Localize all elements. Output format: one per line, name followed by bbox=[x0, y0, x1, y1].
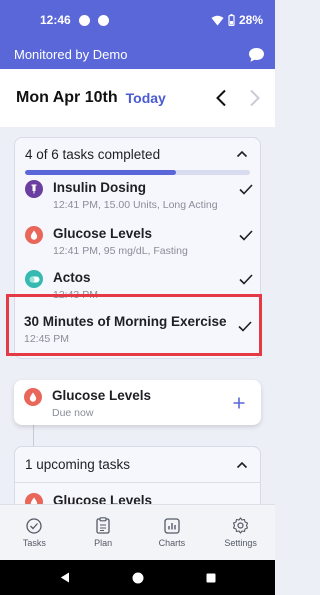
app-title: Monitored by Demo bbox=[14, 47, 128, 62]
status-right: 28% bbox=[211, 13, 263, 27]
recents-square-icon[interactable] bbox=[206, 573, 216, 583]
notification-dot-icon bbox=[97, 14, 109, 26]
syringe-icon bbox=[25, 180, 43, 198]
task-subtitle: 12:41 PM, 15.00 Units, Long Acting bbox=[53, 199, 218, 211]
notification-dot-icon bbox=[78, 14, 90, 26]
add-entry-button[interactable] bbox=[233, 393, 245, 413]
status-time: 12:46 bbox=[40, 13, 71, 27]
status-bar: 12:46 28% bbox=[0, 0, 275, 40]
gear-icon bbox=[233, 517, 249, 534]
upcoming-header[interactable]: 1 upcoming tasks bbox=[15, 447, 260, 483]
chevron-right-icon[interactable] bbox=[249, 89, 261, 107]
check-circle-icon bbox=[26, 517, 43, 534]
progress-bar bbox=[25, 170, 250, 175]
tab-label: Tasks bbox=[22, 537, 46, 548]
today-button[interactable]: Today bbox=[126, 90, 166, 106]
task-text: Glucose Levels 12:41 PM, 95 mg/dL, Fasti… bbox=[53, 225, 188, 259]
tab-label: Charts bbox=[158, 537, 186, 548]
plus-icon bbox=[233, 397, 245, 408]
bottom-tab-bar: Tasks Plan Charts Settings bbox=[0, 504, 275, 560]
chevron-up-icon[interactable] bbox=[236, 461, 248, 469]
task-title: Glucose Levels bbox=[53, 226, 153, 241]
tab-label: Settings bbox=[224, 538, 257, 548]
date-navigation: Mon Apr 10th Today bbox=[0, 69, 275, 127]
app-bar: Monitored by Demo bbox=[0, 40, 275, 69]
checkmark-icon[interactable] bbox=[239, 230, 253, 241]
blood-drop-icon bbox=[25, 226, 43, 244]
home-circle-icon[interactable] bbox=[132, 572, 144, 584]
task-row[interactable]: Glucose Levels 12:41 PM, 95 mg/dL, Fasti… bbox=[25, 225, 261, 259]
tab-label: Plan bbox=[94, 538, 113, 548]
chat-bubble-icon[interactable] bbox=[248, 47, 265, 63]
back-triangle-icon[interactable] bbox=[60, 572, 70, 583]
battery-icon bbox=[228, 14, 235, 26]
tab-charts[interactable]: Charts bbox=[138, 505, 207, 560]
current-date: Mon Apr 10th bbox=[16, 89, 118, 106]
completed-count: 4 of 6 tasks completed bbox=[25, 146, 161, 162]
checkmark-icon[interactable] bbox=[239, 274, 253, 285]
task-subtitle: 12:41 PM, 95 mg/dL, Fasting bbox=[53, 245, 188, 257]
task-title: Insulin Dosing bbox=[53, 180, 146, 195]
chevron-up-icon[interactable] bbox=[236, 150, 248, 158]
task-title: Actos bbox=[53, 270, 91, 285]
task-subtitle: Due now bbox=[52, 407, 94, 419]
upcoming-count: 1 upcoming tasks bbox=[25, 457, 131, 472]
pill-icon bbox=[25, 270, 43, 288]
task-title: Glucose Levels bbox=[52, 388, 152, 403]
tab-settings[interactable]: Settings bbox=[206, 505, 275, 560]
progress-fill bbox=[25, 170, 176, 175]
task-row[interactable]: Insulin Dosing 12:41 PM, 15.00 Units, Lo… bbox=[25, 179, 261, 213]
task-text: Glucose Levels Due now bbox=[52, 387, 151, 421]
task-title: 30 Minutes of Morning Exercise bbox=[24, 314, 227, 329]
blood-drop-icon bbox=[24, 388, 42, 406]
checkmark-icon[interactable] bbox=[238, 321, 252, 332]
clipboard-icon bbox=[96, 517, 110, 534]
tab-tasks[interactable]: Tasks bbox=[0, 505, 69, 560]
tab-plan[interactable]: Plan bbox=[69, 505, 138, 560]
chevron-left-icon[interactable] bbox=[215, 89, 227, 107]
date-arrows bbox=[215, 89, 261, 107]
task-row-exercise[interactable]: 30 Minutes of Morning Exercise 12:45 PM bbox=[24, 313, 252, 347]
wifi-icon bbox=[211, 15, 224, 25]
checkmark-icon[interactable] bbox=[239, 184, 253, 195]
completed-header[interactable]: 4 of 6 tasks completed bbox=[15, 138, 260, 170]
due-task-card[interactable]: Glucose Levels Due now bbox=[14, 380, 261, 425]
battery-percent: 28% bbox=[238, 13, 263, 27]
task-subtitle: 12:45 PM bbox=[24, 333, 69, 345]
bar-chart-icon bbox=[164, 517, 180, 534]
status-left: 12:46 bbox=[40, 13, 109, 27]
task-text: 30 Minutes of Morning Exercise 12:45 PM bbox=[24, 313, 227, 347]
task-text: Insulin Dosing 12:41 PM, 15.00 Units, Lo… bbox=[53, 179, 218, 213]
system-navigation-bar bbox=[0, 560, 275, 595]
